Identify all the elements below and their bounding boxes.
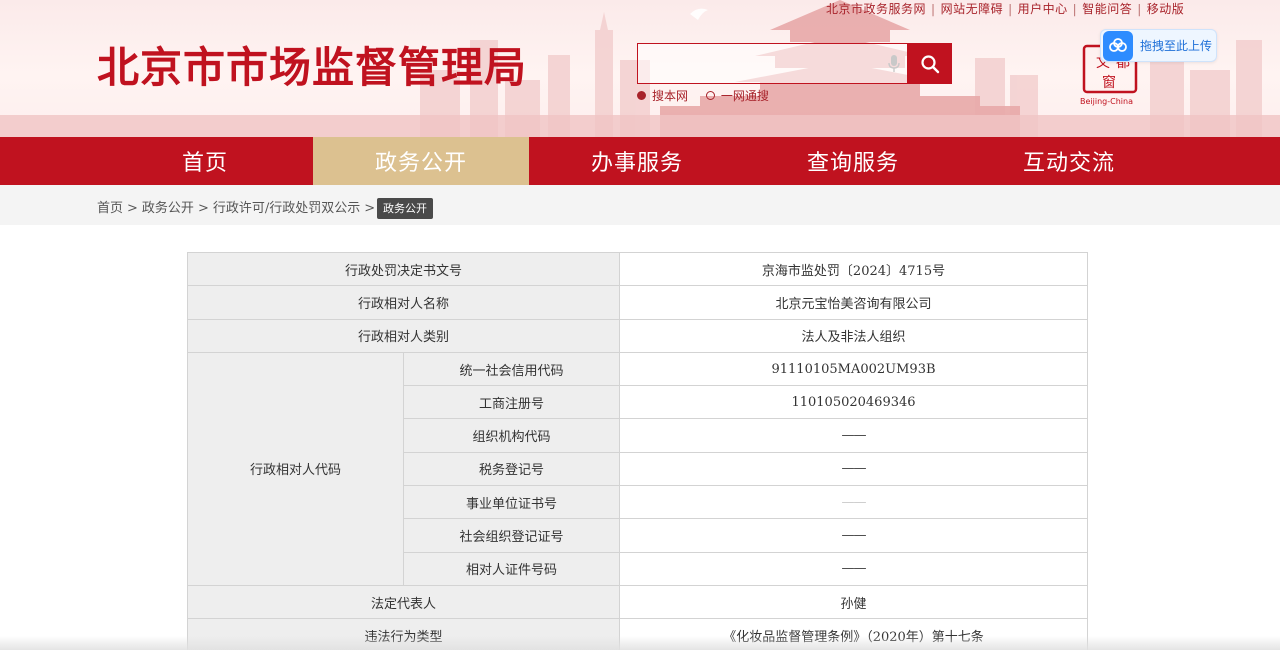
- top-link-accessibility[interactable]: 网站无障碍: [941, 2, 1004, 16]
- nav-gov-affairs[interactable]: 政务公开: [313, 137, 529, 185]
- top-link-smart-qa[interactable]: 智能问答: [1082, 2, 1132, 16]
- table-row: 行政相对人名称 北京元宝怡美咨询有限公司: [186, 285, 1089, 320]
- penalty-info-table: 行政处罚决定书文号 京海市监处罚〔2024〕4715号 行政相对人名称 北京元宝…: [186, 251, 1089, 650]
- party-id-no-label: 相对人证件号码: [402, 551, 621, 586]
- table-row: 行政处罚决定书文号 京海市监处罚〔2024〕4715号: [186, 251, 1089, 287]
- microphone-icon[interactable]: [888, 55, 900, 73]
- tax-reg-no-label: 税务登记号: [402, 451, 621, 487]
- radio-selected-icon: [637, 91, 646, 100]
- party-type-label: 行政相对人类别: [186, 318, 621, 353]
- party-id-no-value: ——: [619, 551, 1089, 586]
- search-icon: [920, 54, 939, 73]
- breadcrumb-gov-affairs[interactable]: 政务公开: [142, 201, 194, 216]
- breadcrumb: 首页>政务公开>行政许可/行政处罚双公示>行: [97, 197, 392, 216]
- nav-home[interactable]: 首页: [97, 137, 313, 185]
- nav-query[interactable]: 查询服务: [745, 137, 961, 185]
- breadcrumb-dual-disclosure[interactable]: 行政许可/行政处罚双公示: [213, 201, 360, 216]
- table-row: 法定代表人 孙健: [186, 584, 1089, 620]
- tax-reg-no-value: ——: [619, 451, 1089, 487]
- org-code-value: ——: [619, 418, 1089, 453]
- top-link-gov-service[interactable]: 北京市政务服务网: [826, 2, 926, 16]
- legal-rep-value: 孙健: [619, 584, 1089, 620]
- violation-type-value: 《化妆品监督管理条例》（2020年）第十七条: [619, 618, 1089, 650]
- search-scope-all[interactable]: 一网通搜: [705, 89, 769, 103]
- decision-no-value: 京海市监处罚〔2024〕4715号: [619, 251, 1089, 287]
- radio-unselected-icon: [705, 91, 715, 100]
- legal-rep-label: 法定代表人: [186, 584, 621, 620]
- party-code-group-label: 行政相对人代码: [187, 351, 404, 586]
- table-row: 行政相对人类别 法人及非法人组织: [186, 318, 1089, 353]
- search-scope-site[interactable]: 搜本网: [637, 89, 688, 103]
- party-type-value: 法人及非法人组织: [619, 318, 1089, 353]
- top-link-mobile[interactable]: 移动版: [1147, 2, 1185, 16]
- institution-cert-no-value: ——: [619, 485, 1089, 520]
- main-nav: 首页 政务公开 办事服务 查询服务 互动交流: [0, 137, 1280, 185]
- site-header: 北京市政务服务网 | 网站无障碍 | 用户中心 | 智能问答 | 移动版 北京市市场监督管理局 …: [0, 0, 1280, 137]
- search-button[interactable]: [907, 43, 952, 84]
- party-name-value: 北京元宝怡美咨询有限公司: [619, 285, 1089, 320]
- search-box: [637, 43, 908, 84]
- table-row: 违法行为类型 《化妆品监督管理条例》（2020年）第十七条: [186, 618, 1089, 650]
- table-row: 行政相对人代码 统一社会信用代码 91110105MA002UM93B: [187, 351, 1089, 586]
- credit-code-value: 91110105MA002UM93B: [619, 351, 1089, 387]
- institution-cert-no-label: 事业单位证书号: [402, 485, 621, 520]
- breadcrumb-home[interactable]: 首页: [97, 201, 123, 216]
- business-reg-no-label: 工商注册号: [402, 385, 621, 420]
- nav-services[interactable]: 办事服务: [529, 137, 745, 185]
- search-input[interactable]: [638, 44, 878, 83]
- top-link-user-center[interactable]: 用户中心: [1018, 2, 1068, 16]
- business-reg-no-value: 110105020469346: [619, 385, 1089, 420]
- upload-label: 拖拽至此上传: [1140, 39, 1213, 53]
- search-scope-options: 搜本网 一网通搜: [637, 87, 783, 104]
- site-title: 北京市市场监督管理局: [97, 43, 528, 92]
- social-org-reg-no-label: 社会组织登记证号: [402, 518, 621, 553]
- decision-no-label: 行政处罚决定书文号: [186, 251, 621, 287]
- seal-char-3: 窗: [1102, 74, 1116, 91]
- social-org-reg-no-value: ——: [619, 518, 1089, 553]
- tooltip: 政务公开: [377, 198, 433, 219]
- org-code-label: 组织机构代码: [402, 418, 621, 453]
- drag-upload-button[interactable]: 拖拽至此上传: [1100, 29, 1217, 62]
- top-links: 北京市政务服务网 | 网站无障碍 | 用户中心 | 智能问答 | 移动版: [826, 2, 1185, 16]
- breadcrumb-bar: 首页>政务公开>行政许可/行政处罚双公示>行: [0, 185, 1280, 225]
- violation-type-label: 违法行为类型: [186, 618, 621, 650]
- credit-code-label: 统一社会信用代码: [402, 351, 621, 387]
- cloud-upload-icon: [1103, 30, 1133, 61]
- nav-interaction[interactable]: 互动交流: [961, 137, 1177, 185]
- seal-caption: Beijing-China: [1080, 97, 1133, 106]
- party-name-label: 行政相对人名称: [186, 285, 621, 320]
